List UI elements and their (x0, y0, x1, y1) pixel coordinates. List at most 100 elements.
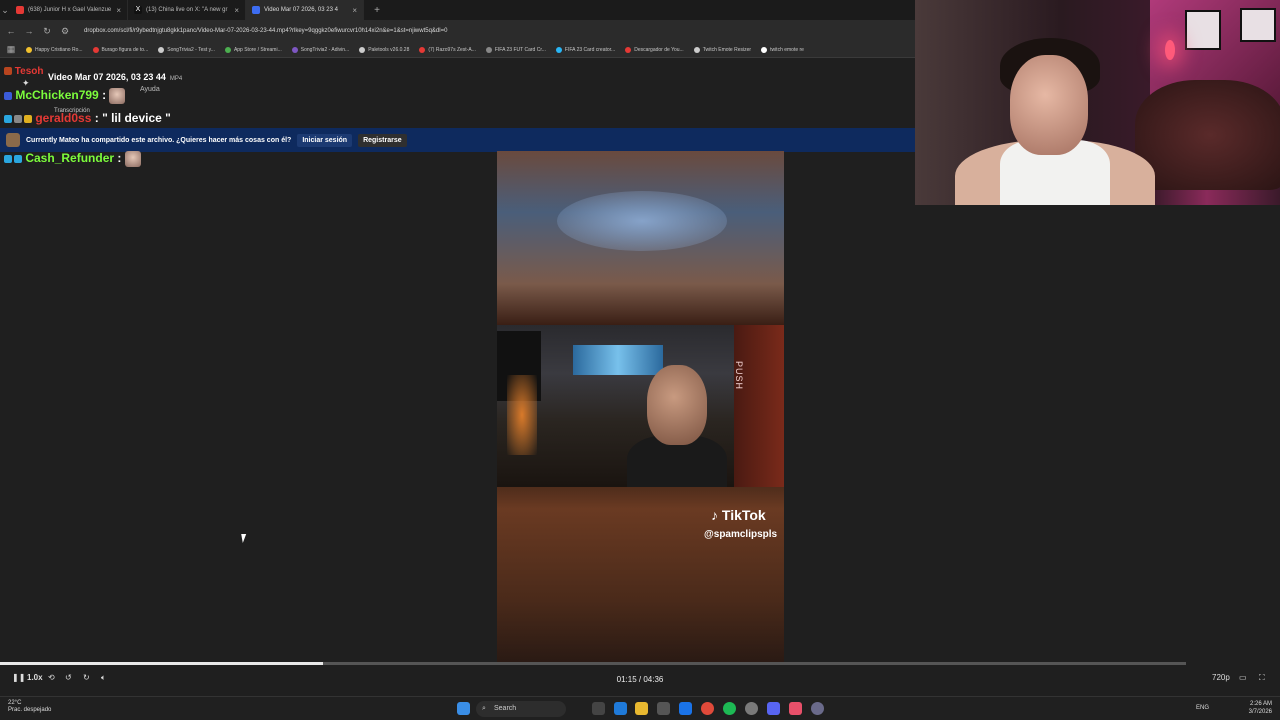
bookmark-label: Twitch Emote Resizer (702, 46, 752, 53)
close-tab-icon[interactable]: × (116, 6, 121, 15)
browser-tab-1[interactable]: (638) Junior H x Gael Valenzue × (10, 0, 128, 20)
bookmark-label: (7) Razo97s Zest-A... (428, 46, 476, 53)
tiktok-handle: @spamclipspls (704, 529, 778, 540)
bookmark-item[interactable]: Descargador de You... (625, 46, 684, 53)
tab-title: (638) Junior H x Gael Valenzue (28, 7, 112, 13)
quality-button[interactable]: 720p (1212, 673, 1230, 682)
windows-start-icon[interactable] (457, 702, 470, 715)
chat-emote-icon (124, 151, 141, 167)
back-icon[interactable]: ← (6, 26, 16, 36)
chat-message-text: " lil device " (102, 111, 171, 125)
bookmark-item[interactable]: SongTrivia2 - Test y... (158, 46, 215, 53)
x-favicon-icon: X (134, 6, 142, 14)
bookmark-item[interactable]: Paletools v26.0.28 (359, 46, 410, 53)
video-player[interactable]: PUSH ♪ TikTok @spamclipspls (497, 151, 784, 662)
bookmark-item[interactable]: twitch emote re (761, 46, 804, 53)
spotify-icon[interactable] (723, 702, 736, 715)
file-name: Video Mar 07 2026, 03 23 44 (48, 72, 166, 82)
loop-icon[interactable]: ⟲ (48, 673, 55, 682)
close-tab-icon[interactable]: × (234, 6, 239, 15)
chat-message: gerald0ss : " lil device " (4, 111, 171, 125)
mail-icon[interactable] (679, 702, 692, 715)
chat-badge-icon (24, 114, 32, 123)
chat-badge-icon (4, 92, 12, 100)
bookmark-item[interactable]: Burago figura de to... (92, 46, 148, 53)
close-tab-icon[interactable]: × (352, 6, 357, 15)
discord-icon[interactable] (767, 702, 780, 715)
temperature: 22°C (8, 700, 22, 706)
volume-icon[interactable]: 🔈︎ (101, 673, 106, 683)
chrome-icon[interactable] (701, 702, 714, 715)
bookmark-icon (419, 46, 426, 53)
bookmark-icon (26, 46, 32, 53)
chat-badge-icon (14, 155, 22, 163)
playback-speed-button[interactable]: 1.0x (27, 673, 43, 682)
bookmark-label: SongTrivia2 - Adivin... (300, 46, 350, 53)
bookmark-icon (291, 46, 298, 53)
bookmark-icon (224, 46, 231, 53)
chat-username: Tesoh (14, 66, 44, 77)
chat-message: Cash_Refunder : (4, 151, 141, 167)
tab-list-chevron-icon[interactable]: ⌄ (0, 5, 10, 16)
register-button[interactable]: Registrarse (358, 133, 407, 147)
time-display: 01:15 / 04:36 (616, 675, 664, 684)
reload-icon[interactable]: ↻ (42, 26, 52, 37)
bookmark-label: App Store / Streami... (233, 46, 282, 53)
bookmark-item[interactable]: Twitch Emote Resizer (693, 46, 752, 53)
apps-grid-icon[interactable]: ▦ (6, 44, 16, 55)
tab-title: (13) China live on X: "A new gr (146, 7, 228, 13)
bookmark-item[interactable]: FIFA 23 Card creator... (555, 46, 616, 53)
bookmark-icon (693, 46, 700, 53)
music-icon[interactable] (789, 702, 802, 715)
bookmark-icon (158, 46, 165, 53)
app-icon[interactable] (811, 702, 824, 715)
url-field[interactable]: dropbox.com/scl/fi/r9ybedtnjgtu8gkk1panc… (78, 23, 909, 39)
bookmark-label: SongTrivia2 - Test y... (167, 46, 215, 53)
chat-message: Tesoh (4, 66, 44, 77)
lamp-graphic (1165, 40, 1175, 60)
obs-icon[interactable] (745, 702, 758, 715)
bookmark-item[interactable]: (7) Razo97s Zest-A... (419, 46, 476, 53)
browser-tab-2[interactable]: X (13) China live on X: "A new gr × (128, 0, 246, 20)
bookmark-item[interactable]: Happy Cristiano Ro... (26, 46, 83, 53)
bookmark-icon (485, 46, 492, 53)
taskbar-search[interactable]: ⌕ Search (476, 701, 566, 717)
pause-icon[interactable]: ❚❚ (12, 673, 25, 682)
help-link[interactable]: Ayuda (140, 86, 160, 93)
edge-icon[interactable] (614, 702, 627, 715)
weather-widget[interactable]: 22°C Prac. despejado (8, 700, 51, 714)
store-icon[interactable] (657, 702, 670, 715)
forward-icon[interactable]: → (24, 26, 34, 36)
login-button[interactable]: Iniciar sesión (297, 133, 353, 147)
video-progress-bar[interactable] (0, 662, 1186, 665)
rewind-icon[interactable]: ↺ (65, 673, 72, 682)
chat-badge-icon (4, 114, 12, 123)
wall-frame-graphic (1240, 8, 1276, 42)
progress-fill (0, 662, 323, 665)
bookmark-item[interactable]: App Store / Streami... (224, 46, 282, 53)
bookmark-label: twitch emote re (770, 46, 804, 53)
tab-title: Video Mar 07 2026, 03 23 4 (264, 7, 338, 13)
bookmark-label: Happy Cristiano Ro... (35, 46, 83, 53)
bookmark-label: FIFA 23 Card creator... (564, 46, 616, 53)
file-explorer-icon[interactable] (635, 702, 648, 715)
bookmark-item[interactable]: FIFA 23 FUT Card Cr... (485, 46, 546, 53)
new-tab-button[interactable]: + (372, 5, 382, 16)
fullscreen-icon[interactable]: ⛶ (1259, 673, 1265, 683)
person-head-graphic (647, 365, 707, 445)
forward-icon[interactable]: ↻ (83, 673, 90, 682)
site-info-icon[interactable]: ⚙ (60, 26, 70, 37)
browser-tab-3[interactable]: Video Mar 07 2026, 03 23 4 × (246, 0, 364, 20)
task-view-icon[interactable] (592, 702, 605, 715)
bookmark-label: Paletools v26.0.28 (368, 46, 410, 53)
language-indicator[interactable]: ENG (1196, 705, 1209, 711)
system-clock[interactable]: 2:26 AM 3/7/2026 (1249, 700, 1272, 716)
tiktok-icon: ♪ (711, 507, 718, 523)
picture-in-picture-icon[interactable]: ▭ (1239, 673, 1247, 682)
chat-badge-icon (14, 114, 22, 123)
bookmark-item[interactable]: SongTrivia2 - Adivin... (291, 46, 350, 53)
light-graphic (507, 375, 537, 455)
search-label: Search (494, 705, 517, 712)
file-title: Video Mar 07 2026, 03 23 44 MP4 (48, 72, 182, 82)
chat-emote-icon (109, 88, 126, 104)
